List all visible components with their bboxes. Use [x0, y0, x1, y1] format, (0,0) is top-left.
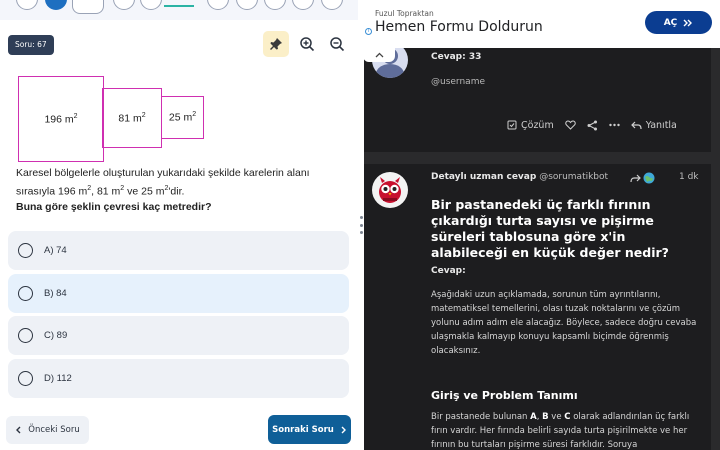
answer-card: Cevap: 33 @username Çözüm Yanıtla — [364, 34, 711, 152]
option-a-label: A) 74 — [44, 245, 67, 256]
expert-share[interactable] — [630, 172, 655, 184]
ad-open-button[interactable]: AÇ — [645, 11, 712, 34]
answer-pane: Cevap: 33 @username Çözüm Yanıtla Detayl… — [364, 0, 720, 450]
double-chevron-right-icon — [683, 19, 693, 26]
answer-text: Cevap: 33 — [431, 52, 482, 62]
option-d[interactable]: D) 112 — [8, 359, 349, 398]
option-b[interactable]: B) 84 — [8, 274, 349, 313]
next-question-button[interactable]: Sonraki Soru — [268, 415, 351, 444]
step-dot[interactable] — [264, 0, 286, 10]
chevron-left-icon — [16, 426, 21, 434]
section-body: Bir pastanede bulunan A, B ve C olarak a… — [431, 412, 690, 450]
step-dot[interactable] — [140, 0, 162, 10]
bot-username[interactable]: @sorumatikbot — [539, 172, 608, 182]
previous-question-button[interactable]: Önceki Soru — [6, 416, 89, 444]
option-c[interactable]: C) 89 — [8, 316, 349, 355]
step-dot[interactable] — [113, 0, 135, 10]
expert-answer-title: Bir pastanedeki üç farklı fırının çıkard… — [431, 197, 669, 260]
timestamp: 1 dk — [679, 172, 699, 182]
square-large-label: 196 m2 — [44, 112, 78, 126]
step-dot[interactable] — [16, 0, 38, 10]
question-line-1: Karesel bölgelerle oluşturulan yukarıdak… — [16, 167, 310, 179]
option-a[interactable]: A) 74 — [8, 231, 349, 270]
reply-button[interactable]: Yanıtla — [630, 119, 677, 131]
square-medium-label: 81 m2 — [118, 111, 146, 125]
square-small-label: 25 m2 — [168, 111, 197, 124]
option-c-label: C) 89 — [44, 330, 68, 341]
pin-button[interactable] — [263, 31, 289, 57]
next-question-label: Sonraki Soru — [272, 424, 334, 435]
question-text: Karesel bölgelerle oluşturulan yukarıdak… — [16, 166, 336, 215]
question-number-badge: Soru: 67 — [8, 35, 54, 55]
owl-icon — [379, 177, 401, 203]
navigation-bar: Önceki Soru Sonraki Soru — [0, 405, 358, 450]
drag-handle-icon[interactable] — [359, 216, 363, 234]
ad-headline[interactable]: Hemen Formu Doldurun — [375, 19, 543, 35]
expert-answer-header: Detaylı uzman cevap @sorumatikbot — [431, 172, 609, 182]
question-prompt: Buna göre şeklin çevresi kaç metredir? — [16, 200, 212, 213]
ad-banner[interactable]: i Fuzul Topraktan Hemen Formu Doldurun A… — [363, 0, 720, 48]
expert-answer-card: Detaylı uzman cevap @sorumatikbot 1 dk B… — [364, 164, 711, 450]
reply-label: Yanıtla — [645, 119, 677, 131]
question-figure: 196 m2 81 m2 25 m2 — [0, 72, 358, 162]
chevron-right-icon — [341, 426, 346, 433]
section-title: Giriş ve Problem Tanımı — [431, 389, 578, 402]
share-icon[interactable] — [587, 120, 598, 131]
radio-circle-icon[interactable] — [18, 243, 33, 258]
expert-cevap-label: Cevap: — [431, 266, 466, 276]
pin-icon — [270, 38, 282, 50]
square-medium: 81 m2 — [102, 88, 162, 148]
ad-open-label: AÇ — [663, 17, 678, 28]
square-large: 196 m2 — [18, 76, 104, 162]
radio-circle-icon[interactable] — [18, 328, 33, 343]
step-dot[interactable] — [207, 0, 229, 10]
forward-icon — [630, 174, 641, 182]
square-small: 25 m2 — [161, 96, 204, 139]
solution-label: Çözüm — [521, 119, 554, 131]
step-dot[interactable] — [292, 0, 314, 10]
option-d-label: D) 112 — [44, 373, 72, 384]
question-line-2: sırasıyla 196 m2, 81 m2 ve 25 m2'dir. — [16, 185, 185, 198]
ad-collapse-button[interactable] — [363, 47, 395, 62]
reply-icon — [630, 121, 642, 129]
zoom-out-icon — [330, 37, 345, 52]
chevron-up-icon — [375, 52, 383, 57]
bot-avatar[interactable] — [372, 172, 408, 208]
radio-circle-icon[interactable] — [18, 371, 33, 386]
info-icon[interactable]: i — [365, 28, 372, 35]
radio-circle-icon[interactable] — [18, 286, 33, 301]
globe-icon — [643, 172, 655, 184]
expert-answer-body: Aşağıdaki uzun açıklamada, sorunun tüm a… — [431, 290, 697, 356]
zoom-out-button[interactable] — [324, 31, 350, 57]
username-link[interactable]: @username — [431, 77, 485, 87]
more-icon[interactable] — [609, 123, 620, 127]
heart-icon[interactable] — [565, 120, 576, 130]
ad-advertiser: Fuzul Topraktan — [375, 9, 434, 18]
step-dot-active[interactable] — [45, 0, 67, 10]
step-dot[interactable] — [236, 0, 258, 10]
step-dot[interactable] — [321, 0, 343, 10]
checkbox-icon — [507, 120, 517, 130]
previous-question-label: Önceki Soru — [28, 425, 80, 435]
solution-button[interactable]: Çözüm — [507, 120, 554, 131]
answer-actions: Çözüm Yanıtla — [507, 118, 677, 132]
zoom-in-button[interactable] — [294, 31, 320, 57]
question-pane: Soru: 67 196 m2 81 m2 25 m2 Karesel bölg… — [0, 0, 358, 450]
question-stepper — [0, 0, 358, 20]
option-b-label: B) 84 — [44, 288, 67, 299]
zoom-in-icon — [300, 37, 315, 52]
step-progress-bar — [164, 5, 194, 7]
step-tab[interactable] — [72, 0, 104, 14]
